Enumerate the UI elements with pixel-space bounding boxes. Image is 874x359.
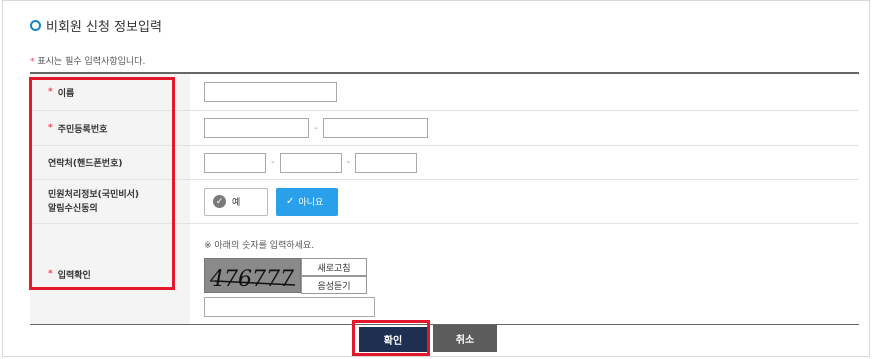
phone-first-input[interactable] — [204, 152, 266, 173]
check-icon: ✓ — [286, 196, 295, 207]
cell-rrn: - — [190, 111, 859, 145]
captcha-graphic: 476777 — [205, 259, 300, 292]
rrn-second-input[interactable] — [322, 118, 428, 138]
separator: - — [314, 122, 318, 134]
consent-yes-label: 예 — [232, 198, 241, 208]
separator: - — [346, 157, 351, 168]
captcha-text: 476777 — [209, 267, 294, 292]
section-title: 비회원 신청 정보입력 — [30, 16, 162, 35]
section-title-text: 비회원 신청 정보입력 — [46, 20, 162, 35]
captcha-refresh-button[interactable]: 새로고침 — [301, 258, 367, 276]
captcha-input[interactable] — [204, 297, 375, 317]
required-mark: * — [30, 57, 35, 67]
phone-last-input[interactable] — [355, 152, 418, 173]
captcha-audio-button[interactable]: 음성듣기 — [301, 276, 367, 294]
consent-no-label: 아니요 — [298, 198, 324, 208]
cell-phone: - - — [190, 146, 859, 179]
cell-name — [190, 74, 859, 110]
rrn-first-input[interactable] — [204, 118, 309, 138]
cell-consent: ✓ 예 ✓ 아니요 — [190, 180, 859, 223]
consent-yes-radio[interactable]: ✓ 예 — [204, 187, 268, 216]
consent-no-radio[interactable]: ✓ 아니요 — [276, 187, 338, 216]
confirm-button[interactable]: 확인 — [359, 327, 427, 352]
circle-bullet-icon — [30, 20, 41, 31]
check-icon: ✓ — [213, 195, 226, 208]
name-input[interactable] — [204, 82, 337, 102]
required-note-text: 표시는 필수 입력사항입니다. — [37, 57, 146, 67]
captcha-image: 476777 — [204, 258, 301, 293]
cancel-button[interactable]: 취소 — [433, 325, 497, 352]
required-note: * 표시는 필수 입력사항입니다. — [30, 54, 145, 67]
cell-captcha: ※ 아래의 숫자를 입력하세요. 476777 새로고침 음성듣기 — [190, 224, 859, 324]
phone-middle-input[interactable] — [279, 152, 342, 173]
highlight-box-labels — [29, 77, 175, 290]
captcha-hint: ※ 아래의 숫자를 입력하세요. — [204, 241, 315, 251]
separator: - — [271, 157, 275, 168]
